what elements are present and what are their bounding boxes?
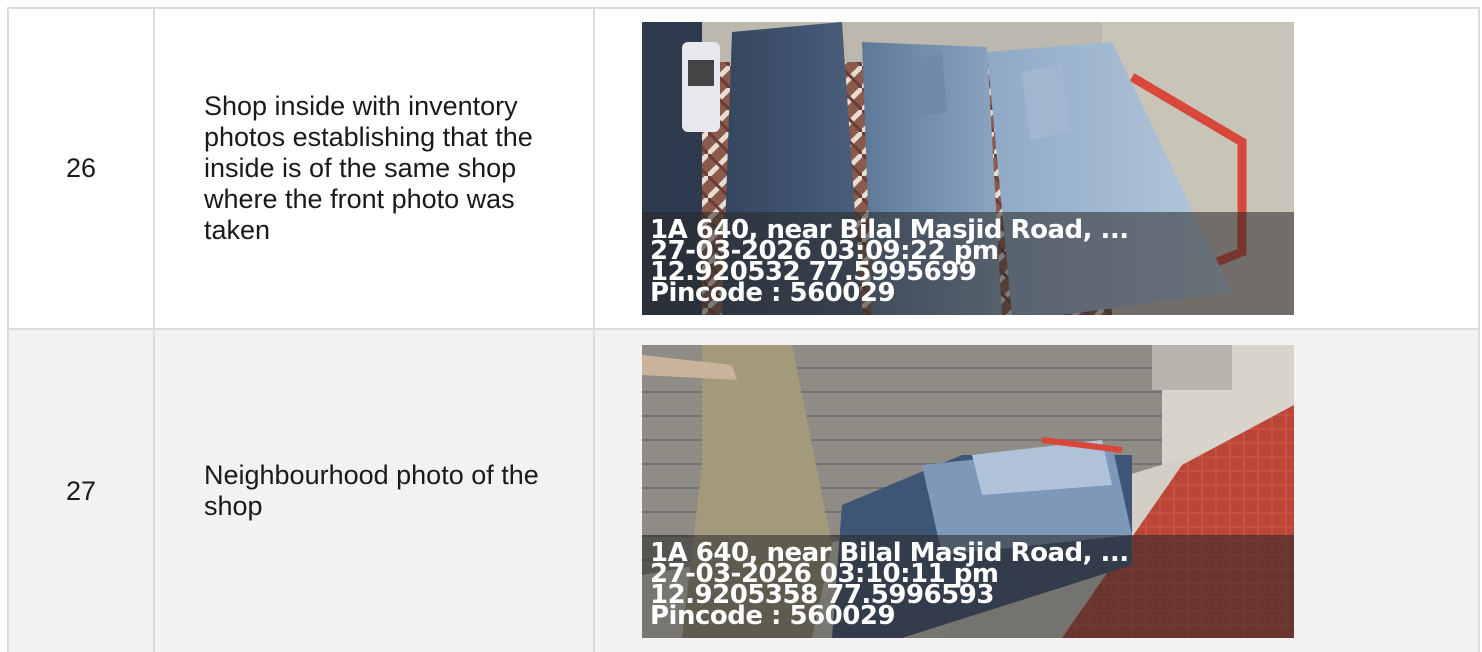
shop-inside-photo[interactable]: 1A 640, near Bilal Masjid Road, ... 27-0… (642, 22, 1294, 315)
table-row: 26 Shop inside with inventory photos est… (9, 9, 1478, 330)
table-row: 27 Neighbourhood photo of the shop 1A 64… (9, 330, 1478, 652)
geo-stamp: 1A 640, near Bilal Masjid Road, ... 27-0… (642, 534, 1294, 638)
photo-cell: 1A 640, near Bilal Masjid Road, ... 27-0… (595, 9, 1478, 328)
row-description: Neighbourhood photo of the shop (155, 330, 595, 652)
row-number: 26 (9, 9, 155, 328)
neighbourhood-photo[interactable]: 1A 640, near Bilal Masjid Road, ... 27-0… (642, 344, 1294, 638)
row-number: 27 (9, 330, 155, 652)
evidence-table: 26 Shop inside with inventory photos est… (7, 7, 1480, 652)
photo-cell: 1A 640, near Bilal Masjid Road, ... 27-0… (595, 330, 1478, 652)
geo-stamp: 1A 640, near Bilal Masjid Road, ... 27-0… (642, 212, 1294, 315)
row-description: Shop inside with inventory photos establ… (155, 9, 595, 328)
